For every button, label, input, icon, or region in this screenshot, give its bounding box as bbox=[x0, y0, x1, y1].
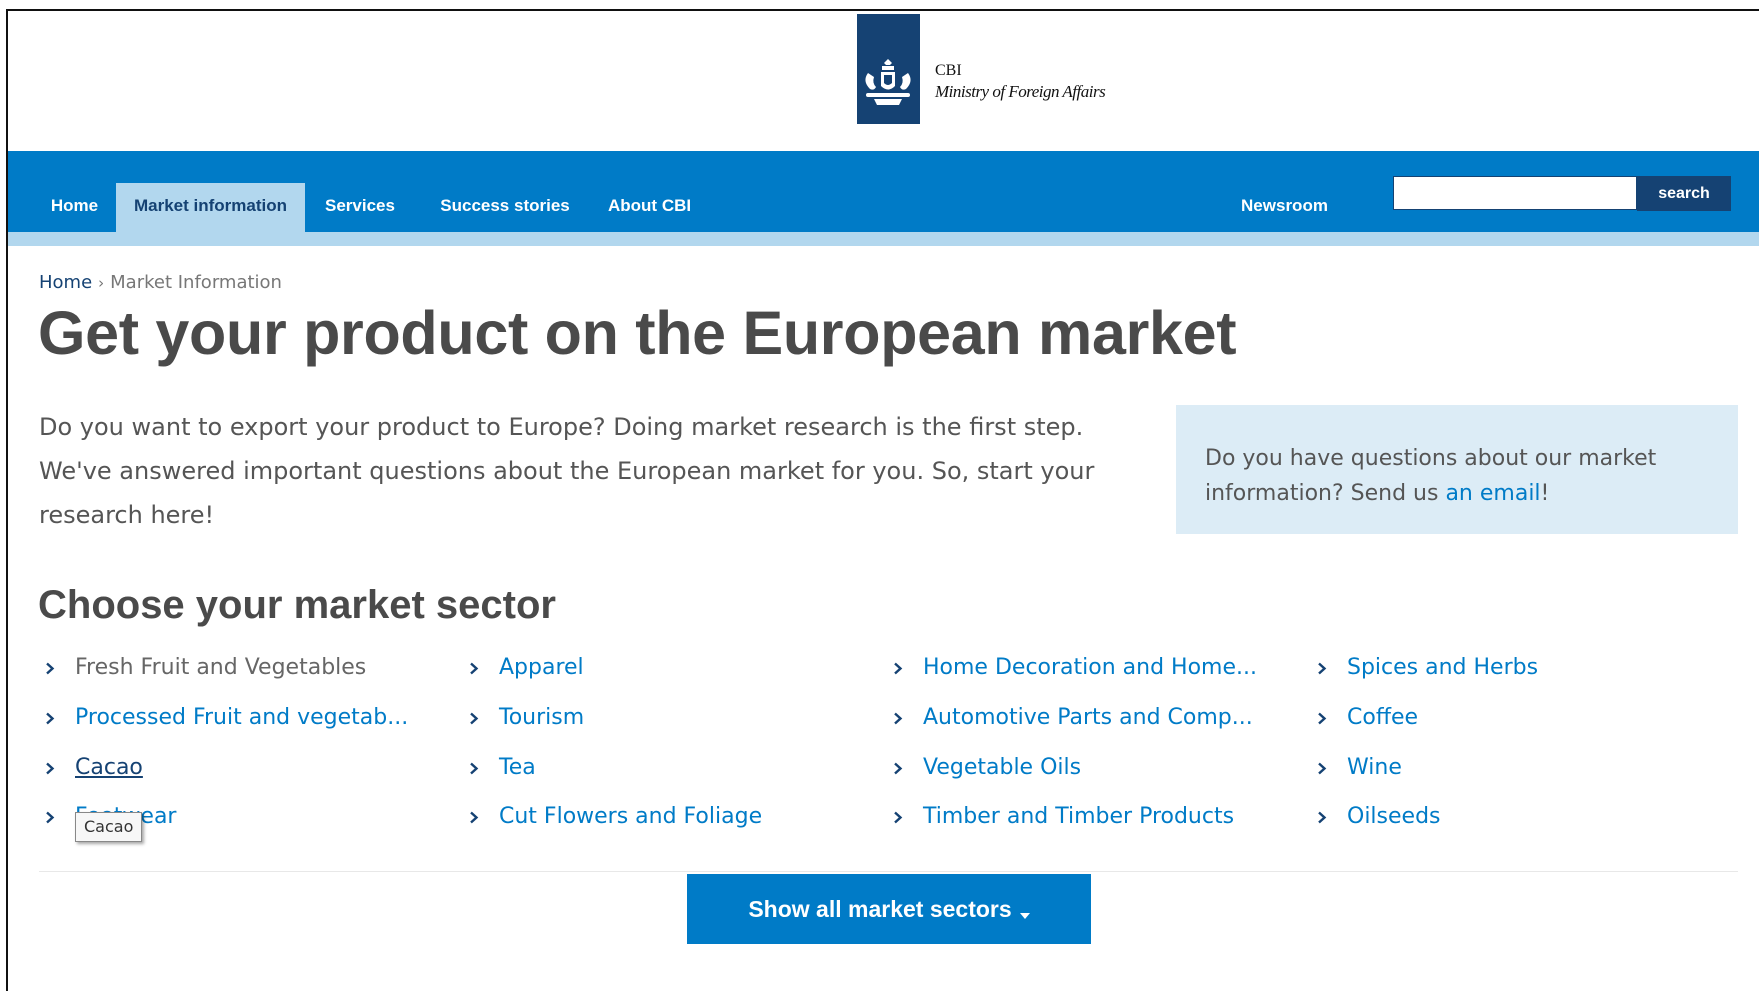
sector-label: Timber and Timber Products bbox=[923, 804, 1235, 829]
nav-services[interactable]: Services bbox=[305, 183, 415, 232]
chevron-right-icon bbox=[1314, 800, 1330, 834]
divider bbox=[39, 871, 1738, 872]
email-link[interactable]: an email bbox=[1445, 481, 1540, 506]
chevron-right-icon bbox=[466, 701, 482, 735]
chevron-right-icon bbox=[890, 800, 906, 834]
chevron-right-icon bbox=[1314, 751, 1330, 785]
search-input[interactable] bbox=[1393, 176, 1637, 210]
caret-down-icon bbox=[1019, 876, 1030, 946]
chevron-right-icon bbox=[42, 651, 58, 685]
sector-label: Tourism bbox=[499, 705, 585, 730]
nav-home[interactable]: Home bbox=[33, 183, 116, 232]
sector-label: Home Decoration and Home... bbox=[923, 655, 1257, 680]
coat-of-arms-icon bbox=[865, 59, 911, 105]
intro-text: Do you want to export your product to Eu… bbox=[39, 413, 1095, 529]
sector-label: Coffee bbox=[1347, 705, 1419, 730]
chevron-right-icon bbox=[890, 651, 906, 685]
sector-label: Oilseeds bbox=[1347, 804, 1441, 829]
show-all-label: Show all market sectors bbox=[748, 896, 1012, 922]
breadcrumb: Home › Market Information bbox=[39, 272, 282, 293]
sector-label: Tea bbox=[499, 755, 536, 780]
info-box-text: Do you have questions about our market i… bbox=[1205, 446, 1657, 506]
nav-success-stories[interactable]: Success stories bbox=[420, 183, 590, 232]
breadcrumb-current: Market Information bbox=[110, 272, 282, 293]
sector-label: Automotive Parts and Comp... bbox=[923, 705, 1253, 730]
navigation-underline bbox=[8, 232, 1759, 246]
sector-label: Vegetable Oils bbox=[923, 755, 1082, 780]
chevron-right-icon bbox=[42, 701, 58, 735]
show-all-sectors-button[interactable]: Show all market sectors bbox=[687, 874, 1091, 944]
nav-about-cbi[interactable]: About CBI bbox=[591, 183, 704, 232]
page-title: Get your product on the European market bbox=[38, 299, 1237, 367]
chevron-right-icon bbox=[890, 751, 906, 785]
chevron-right-icon bbox=[466, 800, 482, 834]
breadcrumb-home-link[interactable]: Home bbox=[39, 272, 92, 293]
org-full-name: Ministry of Foreign Affairs bbox=[935, 82, 1106, 101]
chevron-right-icon bbox=[1314, 701, 1330, 735]
org-short-name: CBI bbox=[935, 62, 962, 79]
chevron-right-icon bbox=[42, 751, 58, 785]
sector-label: Cut Flowers and Foliage bbox=[499, 804, 763, 829]
info-box-text-end: ! bbox=[1540, 481, 1550, 506]
government-logo[interactable] bbox=[857, 14, 920, 124]
sector-label: Wine bbox=[1347, 755, 1402, 780]
chevron-right-icon bbox=[466, 651, 482, 685]
chevron-right-icon bbox=[42, 800, 58, 834]
sector-label: Apparel bbox=[499, 655, 584, 680]
sector-label: Cacao bbox=[75, 755, 143, 780]
logo-text: CBI Ministry of Foreign Affairs bbox=[935, 62, 1106, 102]
nav-newsroom[interactable]: Newsroom bbox=[1222, 183, 1347, 232]
chevron-right-icon bbox=[890, 701, 906, 735]
sector-label: Fresh Fruit and Vegetables bbox=[75, 655, 367, 680]
sector-heading: Choose your market sector bbox=[38, 583, 556, 627]
nav-market-information[interactable]: Market information bbox=[116, 183, 305, 232]
chevron-right-icon bbox=[466, 751, 482, 785]
link-tooltip: Cacao bbox=[75, 812, 143, 842]
contact-info-box: Do you have questions about our market i… bbox=[1176, 405, 1738, 534]
breadcrumb-separator: › bbox=[98, 274, 105, 292]
chevron-right-icon bbox=[1314, 651, 1330, 685]
sector-label: Processed Fruit and vegetab... bbox=[75, 705, 409, 730]
sector-label: Spices and Herbs bbox=[1347, 655, 1539, 680]
search-button[interactable]: search bbox=[1637, 176, 1731, 211]
